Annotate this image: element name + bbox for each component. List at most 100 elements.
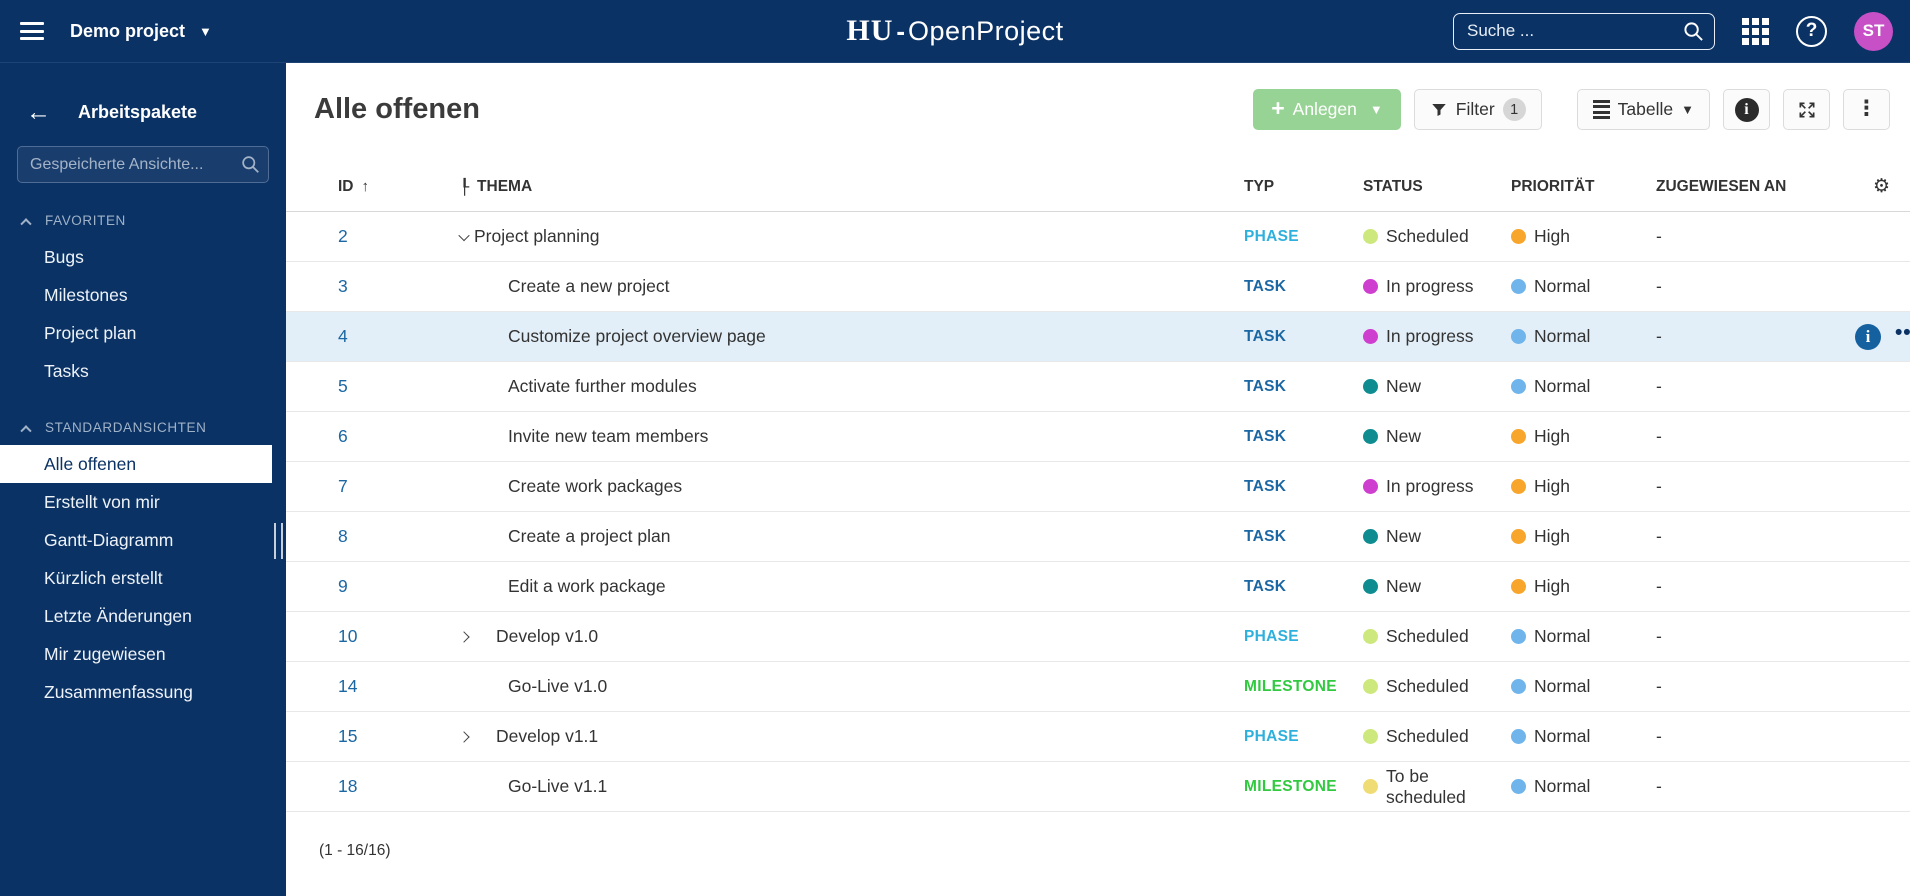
work-package-id-link[interactable]: 3 xyxy=(338,276,348,296)
apps-grid-icon[interactable] xyxy=(1742,17,1769,45)
work-package-id-link[interactable]: 6 xyxy=(338,426,348,446)
sidebar-item-erstellt-von-mir[interactable]: Erstellt von mir xyxy=(0,483,286,521)
view-mode-button[interactable]: Tabelle ▼ xyxy=(1576,89,1710,130)
table-row[interactable]: 8 Create a project plan TASK New High - xyxy=(286,512,1910,562)
table-row[interactable]: 3 Create a new project TASK In progress Norm… xyxy=(286,262,1910,312)
assignee-cell[interactable]: - xyxy=(1656,226,1846,247)
subject-cell[interactable]: Activate further modules xyxy=(460,376,1244,397)
work-package-id-link[interactable]: 2 xyxy=(338,226,348,246)
more-menu-button[interactable]: ⋮ xyxy=(1843,89,1890,130)
type-cell[interactable]: MILESTONE xyxy=(1244,678,1363,696)
priority[interactable]: High xyxy=(1511,576,1656,597)
table-row[interactable]: 6 Invite new team members TASK New High - xyxy=(286,412,1910,462)
fullscreen-button[interactable] xyxy=(1783,89,1830,130)
expand-chevron-icon[interactable] xyxy=(458,730,470,743)
back-arrow-icon[interactable]: ← xyxy=(26,100,51,125)
priority[interactable]: High xyxy=(1511,226,1656,247)
subject-cell[interactable]: Invite new team members xyxy=(460,426,1244,447)
subject-cell[interactable]: Develop v1.0 xyxy=(458,626,1244,647)
work-package-id-link[interactable]: 7 xyxy=(338,476,348,496)
type-cell[interactable]: TASK xyxy=(1244,578,1363,596)
assignee-cell[interactable]: - xyxy=(1656,626,1846,647)
status[interactable]: Scheduled xyxy=(1363,726,1511,747)
subject-cell[interactable]: Project planning xyxy=(458,226,1244,247)
table-row[interactable]: 9 Edit a work package TASK New High - xyxy=(286,562,1910,612)
sidebar-item-bugs[interactable]: Bugs xyxy=(0,238,286,276)
assignee-cell[interactable]: - xyxy=(1656,426,1846,447)
subject-cell[interactable]: Go-Live v1.0 xyxy=(460,676,1244,697)
type-cell[interactable]: TASK xyxy=(1244,278,1363,296)
subject-cell[interactable]: Go-Live v1.1 xyxy=(460,776,1244,797)
saved-views-search-input[interactable] xyxy=(17,146,269,183)
assignee-cell[interactable]: - xyxy=(1656,326,1846,347)
status[interactable]: New xyxy=(1363,376,1511,397)
status[interactable]: New xyxy=(1363,526,1511,547)
priority[interactable]: Normal xyxy=(1511,376,1656,397)
subject-cell[interactable]: Create work packages xyxy=(460,476,1244,497)
type-cell[interactable]: TASK xyxy=(1244,378,1363,396)
column-header-thema[interactable]: ┞ THEMA xyxy=(460,178,1244,196)
status[interactable]: In progress xyxy=(1363,326,1511,347)
priority[interactable]: Normal xyxy=(1511,776,1656,797)
hamburger-menu-icon[interactable] xyxy=(20,22,44,40)
sidebar-section-header[interactable]: STANDARDANSICHTEN xyxy=(0,420,286,436)
status[interactable]: New xyxy=(1363,426,1511,447)
subject-cell[interactable]: Create a project plan xyxy=(460,526,1244,547)
assignee-cell[interactable]: - xyxy=(1656,476,1846,497)
work-package-id-link[interactable]: 8 xyxy=(338,526,348,546)
table-row[interactable]: 2 Project planning PHASE Scheduled High - xyxy=(286,212,1910,262)
type-cell[interactable]: TASK xyxy=(1244,328,1363,346)
sidebar-section-header[interactable]: FAVORITEN xyxy=(0,213,286,229)
work-package-id-link[interactable]: 15 xyxy=(338,726,357,746)
column-header-prioritaet[interactable]: PRIORITÄT xyxy=(1511,178,1656,196)
table-row[interactable]: 5 Activate further modules TASK New Normal - xyxy=(286,362,1910,412)
work-package-id-link[interactable]: 9 xyxy=(338,576,348,596)
assignee-cell[interactable]: - xyxy=(1656,726,1846,747)
assignee-cell[interactable]: - xyxy=(1656,276,1846,297)
priority[interactable]: Normal xyxy=(1511,326,1656,347)
table-row[interactable]: 10 Develop v1.0 PHASE Scheduled Normal - xyxy=(286,612,1910,662)
type-cell[interactable]: TASK xyxy=(1244,478,1363,496)
type-cell[interactable]: TASK xyxy=(1244,528,1363,546)
create-button[interactable]: + Anlegen ▼ xyxy=(1253,89,1401,130)
assignee-cell[interactable]: - xyxy=(1656,526,1846,547)
priority[interactable]: Normal xyxy=(1511,626,1656,647)
project-dropdown[interactable]: Demo project ▼ xyxy=(70,21,212,42)
filter-button[interactable]: Filter 1 xyxy=(1413,89,1542,130)
work-package-id-link[interactable]: 14 xyxy=(338,676,357,696)
subject-cell[interactable]: Customize project overview page xyxy=(460,326,1244,347)
type-cell[interactable]: MILESTONE xyxy=(1244,778,1363,796)
row-info-icon[interactable]: i xyxy=(1855,324,1881,350)
sidebar-item-k-rzlich-erstellt[interactable]: Kürzlich erstellt xyxy=(0,559,286,597)
sidebar-item-alle-offenen[interactable]: Alle offenen xyxy=(0,445,272,483)
work-package-id-link[interactable]: 18 xyxy=(338,776,357,796)
avatar[interactable]: ST xyxy=(1854,11,1893,51)
column-header-zugewiesen[interactable]: ZUGEWIESEN AN xyxy=(1656,178,1846,196)
expand-chevron-icon[interactable] xyxy=(458,630,470,643)
status[interactable]: Scheduled xyxy=(1363,626,1511,647)
sidebar-item-tasks[interactable]: Tasks xyxy=(0,352,286,390)
priority[interactable]: Normal xyxy=(1511,726,1656,747)
priority[interactable]: High xyxy=(1511,476,1656,497)
sidebar-item-mir-zugewiesen[interactable]: Mir zugewiesen xyxy=(0,635,286,673)
info-button[interactable]: i xyxy=(1723,89,1770,130)
status[interactable]: In progress xyxy=(1363,476,1511,497)
sidebar-item-zusammenfassung[interactable]: Zusammenfassung xyxy=(0,673,286,711)
row-actions-ellipsis[interactable]: ••• xyxy=(1895,321,1910,345)
sidebar-item-letzte-nderungen[interactable]: Letzte Änderungen xyxy=(0,597,286,635)
sidebar-item-gantt-diagramm[interactable]: Gantt-Diagramm xyxy=(0,521,286,559)
subject-cell[interactable]: Develop v1.1 xyxy=(458,726,1244,747)
table-settings-button[interactable]: ⚙ xyxy=(1846,175,1890,198)
priority[interactable]: Normal xyxy=(1511,676,1656,697)
assignee-cell[interactable]: - xyxy=(1656,576,1846,597)
work-package-id-link[interactable]: 4 xyxy=(338,326,348,346)
work-package-id-link[interactable]: 10 xyxy=(338,626,357,646)
assignee-cell[interactable]: - xyxy=(1656,676,1846,697)
priority[interactable]: High xyxy=(1511,526,1656,547)
status[interactable]: Scheduled xyxy=(1363,226,1511,247)
assignee-cell[interactable]: - xyxy=(1656,776,1846,797)
collapse-chevron-icon[interactable] xyxy=(458,229,470,241)
column-header-status[interactable]: STATUS xyxy=(1363,178,1511,196)
status[interactable]: In progress xyxy=(1363,276,1511,297)
sidebar-item-milestones[interactable]: Milestones xyxy=(0,276,286,314)
